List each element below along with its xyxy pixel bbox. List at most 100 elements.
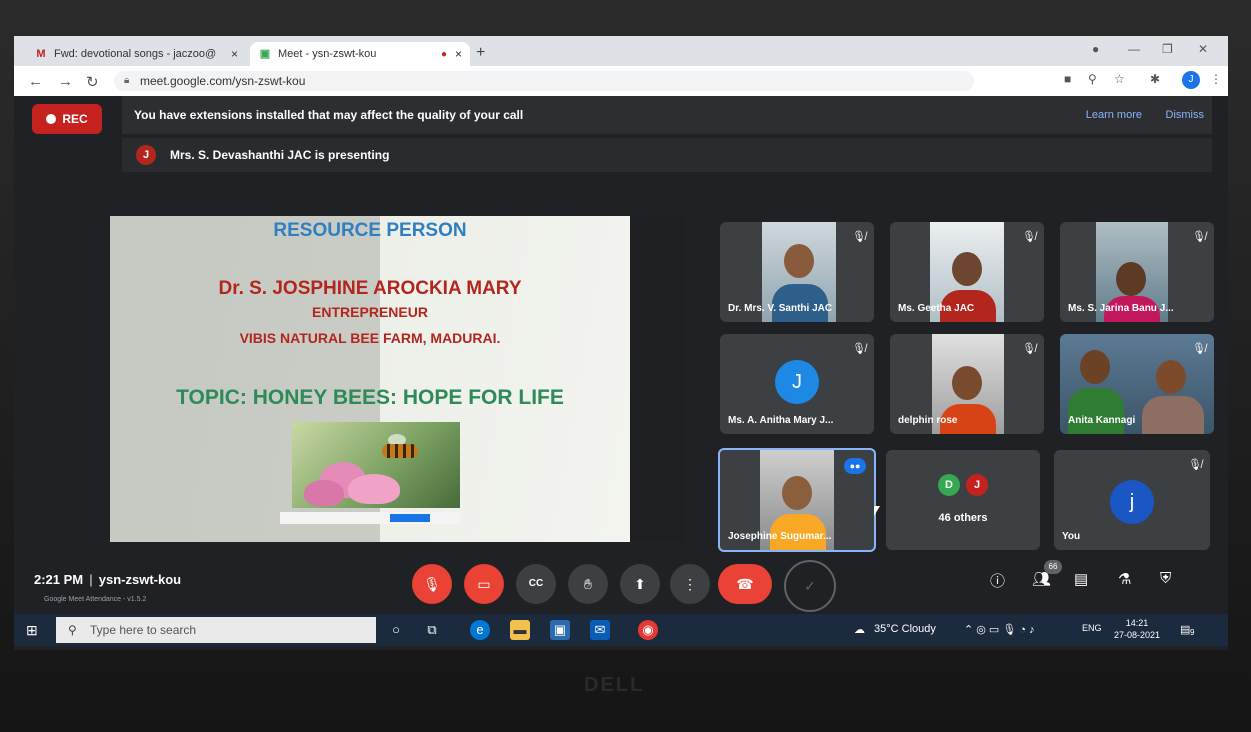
self-avatar: j	[1110, 480, 1154, 524]
tab-label: Fwd: devotional songs - jaczoo@	[54, 48, 217, 60]
chrome-profile-avatar[interactable]: J	[1182, 71, 1200, 89]
more-menu-icon[interactable]: ⋮	[1210, 72, 1222, 86]
raise-hand-button[interactable]: ✋︎	[568, 564, 608, 604]
tab-meet[interactable]: ▣ Meet - ysn-zswt-kou ● ×	[250, 42, 470, 66]
clock-date: 27-08-2021	[1114, 630, 1161, 640]
learn-more-link[interactable]: Learn more	[1086, 96, 1142, 134]
close-tab-icon[interactable]: ×	[455, 47, 462, 61]
participant-name: Ms. S. Jarina Banu J...	[1068, 303, 1174, 314]
slide-farm: VIBIS NATURAL BEE FARM, MADURAI.	[239, 330, 501, 346]
activities-icon[interactable]: ⚗︎	[1118, 570, 1131, 588]
mic-off-icon: 🎙︎̸	[1188, 459, 1202, 471]
other-avatar: D	[938, 474, 960, 496]
more-options-button[interactable]: ⋮	[670, 564, 710, 604]
browser-tab-bar: M Fwd: devotional songs - jaczoo@ × ▣ Me…	[14, 36, 1228, 66]
camera-icon[interactable]: ■	[1064, 72, 1071, 86]
participant-tile[interactable]: 🎙︎̸ Ms. Geetha JAC	[890, 222, 1044, 322]
url-bar[interactable]: 🔒︎ meet.google.com/ysn-zswt-kou	[114, 71, 974, 91]
edge-icon[interactable]: e	[470, 620, 490, 640]
slide-role: ENTREPRENEUR	[312, 304, 428, 320]
self-name: You	[1062, 531, 1081, 542]
weather-text[interactable]: 35°C Cloudy	[874, 623, 936, 635]
presenting-text: Mrs. S. Devashanthi JAC is presenting	[170, 148, 390, 162]
presenting-banner: J Mrs. S. Devashanthi JAC is presenting	[122, 138, 1212, 172]
back-icon[interactable]: ←	[28, 73, 43, 90]
participant-tile-speaking[interactable]: ●● Josephine Sugumar...	[718, 448, 876, 552]
bee-icon	[382, 444, 418, 458]
zoom-icon[interactable]: ⚲	[1088, 72, 1097, 86]
clock-time: 14:21	[1125, 618, 1149, 628]
camera-toggle-button[interactable]: ▭	[464, 564, 504, 604]
attendance-check-button[interactable]: ✓	[784, 560, 836, 612]
participant-tile[interactable]: 🎙︎̸ Anita Kannagi	[1060, 334, 1214, 434]
others-count: 46 others	[938, 512, 988, 524]
store-icon[interactable]: ▣	[550, 620, 570, 640]
participant-name: Dr. Mrs. V. Santhi JAC	[728, 303, 833, 314]
meet-icon: ▣	[259, 48, 271, 60]
file-explorer-icon[interactable]: ▬	[510, 620, 530, 640]
participant-name: Ms. A. Anitha Mary J...	[728, 415, 834, 426]
present-button[interactable]: ⬆	[620, 564, 660, 604]
meeting-info: 2:21 PM | ysn-zswt-kou	[34, 572, 181, 587]
slide-resource-name: Dr. S. JOSPHINE AROCKIA MARY	[218, 278, 522, 299]
search-placeholder: Type here to search	[90, 623, 197, 637]
other-avatar: J	[966, 474, 988, 496]
others-tile[interactable]: D J 46 others	[886, 450, 1040, 550]
forward-icon[interactable]: →	[58, 73, 73, 90]
profile-circle-icon[interactable]: ●	[1092, 42, 1099, 56]
bee-flower-image	[292, 422, 460, 508]
participant-name: Ms. Geetha JAC	[898, 303, 975, 314]
captions-button[interactable]: CC	[516, 564, 556, 604]
windows-start-icon[interactable]: ⊞	[26, 622, 38, 639]
close-window-icon[interactable]: ✕	[1198, 42, 1208, 56]
meeting-time: 2:21 PM	[34, 572, 84, 587]
people-count-badge: 66	[1044, 560, 1062, 574]
dismiss-button[interactable]: Dismiss	[1166, 96, 1205, 134]
participant-name: Josephine Sugumar...	[728, 531, 832, 542]
participant-name: Anita Kannagi	[1068, 415, 1136, 426]
taskbar-search[interactable]: ⚲ Type here to search	[56, 617, 376, 643]
notification-count: 9	[1190, 628, 1195, 637]
slide-title: RESOURCE PERSON	[273, 220, 467, 241]
task-view-icon[interactable]: ⧉	[422, 620, 442, 640]
language-indicator[interactable]: ENG	[1082, 623, 1102, 633]
mic-off-icon: 🎙︎̸	[852, 231, 866, 243]
meet-call: REC You have extensions installed that m…	[14, 96, 1228, 650]
mic-off-icon: 🎙︎̸	[1192, 231, 1206, 243]
close-tab-icon[interactable]: ×	[231, 47, 238, 61]
participant-avatar: J	[775, 360, 819, 404]
reload-icon[interactable]: ↻	[86, 73, 99, 91]
url-text: meet.google.com/ysn-zswt-kou	[140, 74, 306, 88]
tab-gmail[interactable]: M Fwd: devotional songs - jaczoo@ ×	[26, 42, 246, 66]
meeting-code: ysn-zswt-kou	[98, 572, 182, 587]
leave-call-button[interactable]: ☎︎	[718, 564, 772, 604]
weather-icon: ☁︎	[854, 624, 865, 636]
cortana-icon[interactable]: ○	[386, 620, 406, 640]
chat-icon[interactable]: ▤	[1074, 570, 1088, 588]
minimize-icon[interactable]: —	[1128, 42, 1140, 56]
presenter-avatar: J	[136, 145, 156, 165]
restore-icon[interactable]: ❐	[1162, 42, 1173, 56]
bookmark-star-icon[interactable]: ☆	[1114, 72, 1125, 86]
extensions-icon[interactable]: ✱	[1150, 72, 1160, 86]
recording-dot-icon: ●	[440, 48, 447, 60]
presentation-slide: RESOURCE PERSON Dr. S. JOSPHINE AROCKIA …	[110, 216, 630, 542]
mic-toggle-button[interactable]: 🎙︎	[412, 564, 452, 604]
meeting-details-icon[interactable]: ⓘ	[990, 570, 1005, 591]
taskbar-clock[interactable]: 14:21 27-08-2021	[1114, 617, 1160, 641]
mail-icon[interactable]: ✉︎	[590, 620, 610, 640]
host-controls-icon[interactable]: ⛨	[1160, 570, 1171, 587]
tray-icons[interactable]: ⌃ ◎ ▭ 🎙︎ ◔ ♪	[964, 623, 1035, 636]
participant-tile[interactable]: 🎙︎̸ Dr. Mrs. V. Santhi JAC	[720, 222, 874, 322]
extensions-notice: You have extensions installed that may a…	[122, 96, 1212, 134]
notifications-icon[interactable]: ▤	[1180, 623, 1190, 636]
windows-taskbar: ⊞ ⚲ Type here to search ○ ⧉ e ▬ ▣ ✉︎ ◉ ☁…	[14, 614, 1228, 646]
mic-off-icon: 🎙︎̸	[852, 343, 866, 355]
participant-tile[interactable]: 🎙︎̸ Ms. S. Jarina Banu J...	[1060, 222, 1214, 322]
new-tab-button[interactable]: +	[476, 44, 485, 62]
self-tile[interactable]: j 🎙︎̸ You	[1054, 450, 1210, 550]
gmail-icon: M	[36, 48, 46, 60]
participant-tile[interactable]: 🎙︎̸ delphin rose	[890, 334, 1044, 434]
chrome-icon[interactable]: ◉	[638, 620, 658, 640]
participant-tile[interactable]: J 🎙︎̸ Ms. A. Anitha Mary J...	[720, 334, 874, 434]
